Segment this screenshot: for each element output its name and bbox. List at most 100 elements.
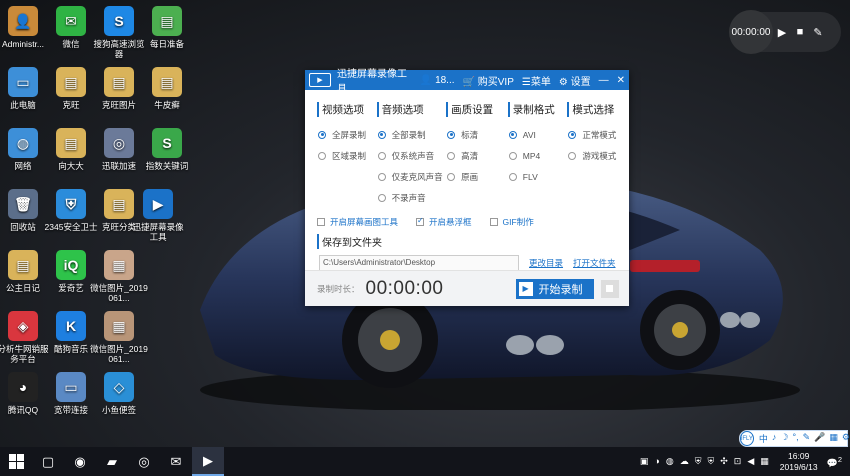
tray-app-icon[interactable]: ⊡ <box>734 456 742 467</box>
taskbar-app-icon[interactable]: ✉ <box>160 447 192 476</box>
taskbar-app-icon[interactable]: ▢ <box>32 447 64 476</box>
tray-app-icon[interactable]: ⛨ <box>707 456 714 467</box>
app-icon: 👤 <box>8 6 38 36</box>
radio-label: 仅系统声音 <box>391 150 435 161</box>
desktop: 👤 Administr... ✉ 微信 S 搜狗高速浏览器 ▤ 每日准备 ▭ 此电脑 ▤ 克旺 ▤ 克旺图… <box>0 0 850 447</box>
checkbox-option[interactable]: 开启屏幕画图工具 <box>317 216 398 228</box>
ime-item-icon[interactable]: ▦ <box>829 432 838 445</box>
radio-button[interactable] <box>377 130 386 139</box>
checkbox[interactable] <box>489 218 498 226</box>
user-account[interactable]: 👤 18... <box>420 75 455 86</box>
radio-button[interactable] <box>508 172 517 181</box>
desktop-icon[interactable]: ▤ 每日准备 <box>138 6 196 49</box>
tray-app-icon[interactable]: ▦ <box>760 456 769 467</box>
floating-record-widget[interactable]: 00:00:00 ▶ ■ ✎ <box>729 10 841 54</box>
app-icon: ◇ <box>104 372 134 402</box>
checkbox-label: 开启悬浮框 <box>429 217 472 227</box>
radio-option[interactable]: 区域录制 <box>317 145 377 166</box>
radio-button[interactable] <box>318 151 326 160</box>
clock[interactable]: 16:09 2019/6/13 <box>780 451 818 473</box>
taskbar-app-icon[interactable]: ◎ <box>128 447 160 476</box>
radio-option[interactable]: 高清 <box>446 145 508 166</box>
radio-option[interactable]: 标清 <box>446 124 508 145</box>
radio-button[interactable] <box>568 130 577 139</box>
desktop-icon[interactable]: S 指数关键词 <box>138 128 196 171</box>
options-columns: 视频选项 全屏录制 区域录制 音频选项 全部录制 仅系统声音 仅麦克风声音 不录声音 画质设置标… <box>305 90 629 208</box>
radio-button[interactable] <box>447 151 456 160</box>
tray-app-icon[interactable]: ▣ <box>640 456 649 467</box>
taskbar-app-icon[interactable]: ▶ <box>192 447 224 476</box>
radio-option[interactable]: 全部录制 <box>377 124 447 145</box>
radio-button[interactable] <box>377 172 386 181</box>
ime-item-icon[interactable]: °, <box>793 432 799 445</box>
radio-button[interactable] <box>318 130 326 139</box>
desktop-icon[interactable]: ▦ 微信图片_2019061... <box>90 250 148 303</box>
app-icon: ◈ <box>8 311 38 341</box>
radio-button[interactable] <box>377 193 386 202</box>
pen-icon[interactable]: ✎ <box>809 26 827 39</box>
close-button[interactable]: ✕ <box>617 75 625 86</box>
tray-app-icon[interactable]: ⛨ <box>695 456 702 467</box>
tray-app-icon[interactable]: ◍ <box>666 456 674 467</box>
tray-app-icon[interactable]: ◀ <box>747 456 754 467</box>
radio-option[interactable]: 仅系统声音 <box>377 145 447 166</box>
open-folder-link[interactable]: 打开文件夹 <box>573 257 616 269</box>
save-path-input[interactable]: C:\Users\Administrator\Desktop <box>319 255 519 271</box>
ime-item-icon[interactable]: ⚙ <box>842 432 850 445</box>
radio-option[interactable]: 不录声音 <box>377 187 447 208</box>
checkbox[interactable] <box>416 216 425 226</box>
radio-option[interactable]: 游戏模式 <box>567 145 629 166</box>
radio-button[interactable] <box>447 172 456 181</box>
option-column: 录制格式 AVI MP4 FLV <box>507 102 568 208</box>
radio-option[interactable]: 正常模式 <box>567 124 629 145</box>
ime-item-icon[interactable]: ☽ <box>780 432 788 445</box>
desktop-icon[interactable]: ▦ 微信图片_2019061... <box>90 311 148 364</box>
radio-button[interactable] <box>377 151 386 160</box>
notification-icon[interactable]: 💬2 <box>827 455 842 469</box>
ime-item-icon[interactable]: 中 <box>759 432 768 445</box>
checkbox[interactable] <box>317 218 325 226</box>
settings-button[interactable]: ⚙ 设置 <box>559 73 591 88</box>
ime-item-icon[interactable]: ♪ <box>772 432 777 445</box>
desktop-icon[interactable]: ▶ 迅捷屏幕录像工具 <box>129 189 187 242</box>
checkbox-option[interactable]: 开启悬浮框 <box>416 216 472 228</box>
tray-app-icon[interactable]: ✣ <box>720 456 728 467</box>
title-bar[interactable]: ▶ 迅捷屏幕录像工具 👤 18... 🛒 购买VIP ☰菜单 ⚙ 设置 — ✕ <box>305 69 629 95</box>
ime-toolbar[interactable]: iFLY 中 ♪ ☽ °, ✎ 🎤 ▦ ⚙ <box>739 430 850 447</box>
radio-option[interactable]: FLV <box>508 166 568 187</box>
checkbox-option[interactable]: GIF制作 <box>489 216 534 228</box>
start-button[interactable] <box>0 447 32 476</box>
radio-label: AVI <box>522 129 536 140</box>
radio-option[interactable]: 仅麦克风声音 <box>377 166 447 187</box>
desktop-icon[interactable]: ◇ 小鱼便签 <box>90 372 148 415</box>
radio-label: FLV <box>522 171 538 182</box>
radio-option[interactable]: 全屏录制 <box>317 124 377 145</box>
radio-button[interactable] <box>508 151 517 160</box>
radio-option[interactable]: 原画 <box>446 166 508 187</box>
change-directory-link[interactable]: 更改目录 <box>529 257 563 269</box>
taskbar-app-icon[interactable]: ◉ <box>64 447 96 476</box>
play-icon[interactable]: ▶ <box>773 26 791 39</box>
radio-button[interactable] <box>568 151 577 160</box>
radio-button[interactable] <box>447 130 456 139</box>
option-column: 音频选项全部录制仅系统声音仅麦克风声音 不录声音 <box>376 102 447 208</box>
minimize-button[interactable]: — <box>599 75 609 86</box>
app-icon: ▤ <box>152 6 182 36</box>
buy-vip-button[interactable]: 🛒 购买VIP <box>463 73 514 88</box>
radio-button[interactable] <box>508 130 517 139</box>
menu-button[interactable]: ☰菜单 <box>522 73 551 88</box>
option-column-header: 音频选项 <box>376 102 447 117</box>
tray-app-icon[interactable]: ☁ <box>680 456 689 467</box>
ime-item-icon[interactable]: 🎤 <box>814 432 825 445</box>
stop-icon[interactable]: ■ <box>791 26 809 38</box>
app-icon: ✉ <box>56 6 86 36</box>
ime-item-icon[interactable]: ✎ <box>803 432 811 445</box>
start-record-button[interactable]: ▶ 开始录制 <box>515 278 594 299</box>
desktop-icon[interactable]: ▤ 牛皮癣 <box>138 67 196 110</box>
tray-app-icon[interactable]: ◑ <box>654 456 659 467</box>
taskbar-app-icon[interactable]: ▰ <box>96 447 128 476</box>
app-icon: ▦ <box>104 250 134 280</box>
stop-record-button[interactable] <box>600 279 619 298</box>
radio-option[interactable]: MP4 <box>508 145 568 166</box>
radio-option[interactable]: AVI <box>508 124 568 145</box>
